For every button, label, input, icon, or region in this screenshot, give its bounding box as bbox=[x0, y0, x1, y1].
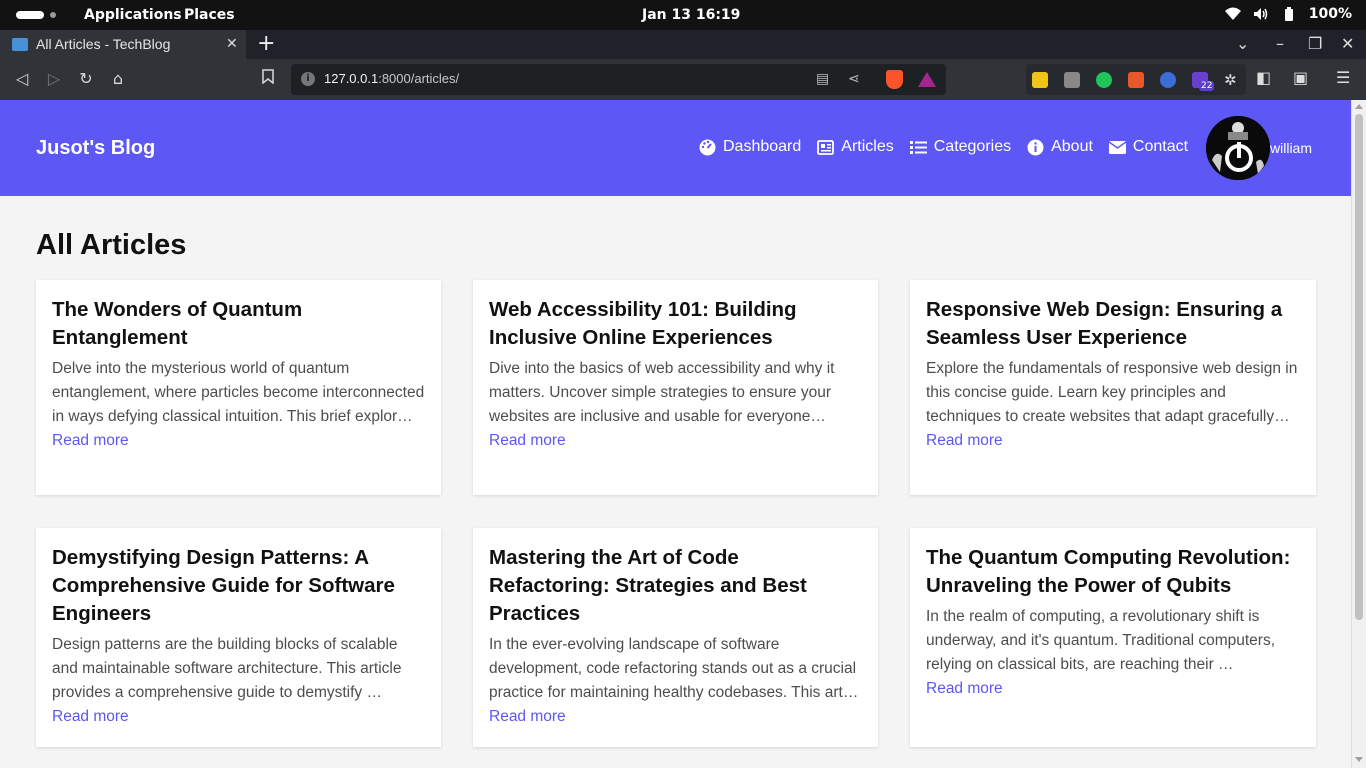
read-more-link[interactable]: Read more bbox=[926, 677, 1300, 701]
extension-badge: 22 bbox=[1199, 81, 1215, 91]
newspaper-icon bbox=[817, 139, 835, 156]
scroll-down-icon[interactable] bbox=[1355, 757, 1363, 762]
article-card: Responsive Web Design: Ensuring a Seamle… bbox=[910, 280, 1316, 495]
fox-extension-icon[interactable] bbox=[1128, 72, 1144, 88]
article-title[interactable]: Responsive Web Design: Ensuring a Seamle… bbox=[926, 296, 1300, 352]
bookmark-icon[interactable] bbox=[258, 69, 278, 88]
scrollbar-thumb[interactable] bbox=[1355, 114, 1363, 620]
wallet-icon[interactable]: ▣ bbox=[1293, 68, 1308, 87]
menu-icon[interactable]: ☰ bbox=[1336, 68, 1350, 87]
article-excerpt: Dive into the basics of web accessibilit… bbox=[489, 360, 835, 425]
tab-all-articles[interactable]: All Articles - TechBlog ✕ bbox=[0, 30, 246, 59]
url-text[interactable]: 127.0.0.1:8000/articles/ bbox=[324, 71, 459, 86]
extensions-area: ✲ bbox=[1026, 64, 1246, 95]
article-excerpt: Explore the fundamentals of responsive w… bbox=[926, 360, 1298, 425]
home-button[interactable]: ⌂ bbox=[108, 69, 128, 88]
nav-about-label: About bbox=[1051, 138, 1093, 155]
tab-title: All Articles - TechBlog bbox=[36, 36, 171, 52]
reader-mode-icon[interactable]: ▤ bbox=[816, 71, 829, 87]
camera-extension-icon[interactable] bbox=[1064, 72, 1080, 88]
forward-button[interactable]: ▷ bbox=[44, 69, 64, 88]
share-icon[interactable]: ⋖ bbox=[848, 71, 860, 87]
reload-button[interactable]: ↻ bbox=[76, 69, 96, 88]
url-host: 127.0.0.1 bbox=[324, 71, 379, 86]
read-more-link[interactable]: Read more bbox=[52, 429, 425, 453]
nav-links: Dashboard Articles Categories About Cont… bbox=[699, 138, 1188, 156]
nav-dashboard-label: Dashboard bbox=[723, 138, 802, 155]
address-bar[interactable]: i 127.0.0.1:8000/articles/ ▤ ⋖ bbox=[291, 64, 946, 95]
article-excerpt: In the realm of computing, a revolutiona… bbox=[926, 608, 1276, 673]
close-tab-icon[interactable]: ✕ bbox=[226, 35, 238, 52]
article-title[interactable]: The Wonders of Quantum Entanglement bbox=[52, 296, 425, 352]
volume-icon bbox=[1253, 6, 1269, 22]
battery-icon bbox=[1281, 6, 1297, 22]
site-navbar: Jusot's Blog Dashboard Articles Categori… bbox=[0, 100, 1351, 196]
article-title[interactable]: Demystifying Design Patterns: A Comprehe… bbox=[52, 544, 425, 628]
envelope-icon bbox=[1108, 139, 1126, 156]
site-favicon-icon bbox=[12, 38, 28, 51]
close-window-button[interactable]: ✕ bbox=[1341, 34, 1354, 53]
url-path: :8000/articles/ bbox=[378, 71, 460, 86]
brave-shields-icon[interactable] bbox=[886, 70, 903, 89]
read-more-link[interactable]: Read more bbox=[52, 705, 425, 729]
nav-articles[interactable]: Articles bbox=[817, 138, 894, 156]
article-card: The Quantum Computing Revolution: Unrave… bbox=[910, 528, 1316, 747]
tab-strip: All Articles - TechBlog ✕ + ⌄ – ❐ ✕ bbox=[0, 30, 1366, 59]
wappalyzer-extension-icon[interactable] bbox=[1160, 72, 1176, 88]
puzzle-extensions-icon[interactable]: ✲ bbox=[1224, 72, 1240, 88]
nav-contact-label: Contact bbox=[1132, 138, 1189, 155]
article-title[interactable]: Mastering the Art of Code Refactoring: S… bbox=[489, 544, 862, 628]
read-more-link[interactable]: Read more bbox=[489, 429, 862, 453]
system-tray[interactable]: 100% bbox=[1224, 6, 1352, 22]
applications-menu[interactable]: Applications bbox=[84, 7, 182, 23]
wifi-icon bbox=[1224, 6, 1241, 22]
check-extension-icon[interactable] bbox=[1096, 72, 1112, 88]
site-brand[interactable]: Jusot's Blog bbox=[36, 137, 155, 160]
list-icon bbox=[909, 139, 927, 156]
page-title: All Articles bbox=[36, 229, 187, 261]
minimize-button[interactable]: – bbox=[1276, 34, 1284, 53]
maximize-button[interactable]: ❐ bbox=[1308, 34, 1322, 53]
brave-rewards-icon[interactable] bbox=[918, 72, 936, 87]
back-button[interactable]: ◁ bbox=[12, 69, 32, 88]
browser-toolbar: ◁ ▷ ↻ ⌂ i 127.0.0.1:8000/articles/ ▤ ⋖ ✲… bbox=[0, 59, 1366, 100]
user-avatar[interactable] bbox=[1206, 116, 1270, 180]
workspace-indicator-icon[interactable] bbox=[16, 11, 44, 19]
article-title[interactable]: Web Accessibility 101: Building Inclusiv… bbox=[489, 296, 862, 352]
article-excerpt: Delve into the mysterious world of quant… bbox=[52, 360, 425, 425]
scroll-up-icon[interactable] bbox=[1355, 104, 1363, 109]
article-card: Web Accessibility 101: Building Inclusiv… bbox=[473, 280, 878, 495]
terminal-extension-icon[interactable] bbox=[1032, 72, 1048, 88]
article-card: Mastering the Art of Code Refactoring: S… bbox=[473, 528, 878, 747]
nav-about[interactable]: About bbox=[1027, 138, 1093, 156]
os-top-bar: Applications Places Jan 13 16:19 100% bbox=[0, 0, 1366, 30]
article-card: Demystifying Design Patterns: A Comprehe… bbox=[36, 528, 441, 747]
places-menu[interactable]: Places bbox=[184, 7, 235, 23]
article-card: The Wonders of Quantum Entanglement Delv… bbox=[36, 280, 441, 495]
article-title[interactable]: The Quantum Computing Revolution: Unrave… bbox=[926, 544, 1300, 600]
new-tab-button[interactable]: + bbox=[257, 32, 275, 56]
nav-categories[interactable]: Categories bbox=[909, 138, 1012, 156]
clock[interactable]: Jan 13 16:19 bbox=[642, 7, 740, 23]
article-excerpt: In the ever-evolving landscape of softwa… bbox=[489, 636, 859, 701]
battery-percent: 100% bbox=[1308, 6, 1352, 22]
article-excerpt: Design patterns are the building blocks … bbox=[52, 636, 402, 701]
site-info-icon[interactable]: i bbox=[301, 72, 315, 86]
nav-dashboard[interactable]: Dashboard bbox=[699, 138, 801, 156]
info-icon bbox=[1027, 139, 1044, 156]
dashboard-icon bbox=[699, 139, 716, 156]
username[interactable]: william bbox=[1270, 140, 1312, 156]
page-scrollbar[interactable] bbox=[1351, 100, 1366, 768]
workspace-dot-icon[interactable] bbox=[50, 12, 56, 18]
tab-list-chevron-icon[interactable]: ⌄ bbox=[1236, 34, 1249, 53]
nav-categories-label: Categories bbox=[933, 138, 1012, 155]
page-content: Jusot's Blog Dashboard Articles Categori… bbox=[0, 100, 1351, 768]
read-more-link[interactable]: Read more bbox=[926, 429, 1300, 453]
sidebar-toggle-icon[interactable]: ◧ bbox=[1256, 68, 1271, 87]
nav-contact[interactable]: Contact bbox=[1108, 138, 1189, 156]
nav-articles-label: Articles bbox=[841, 138, 894, 155]
read-more-link[interactable]: Read more bbox=[489, 705, 862, 729]
